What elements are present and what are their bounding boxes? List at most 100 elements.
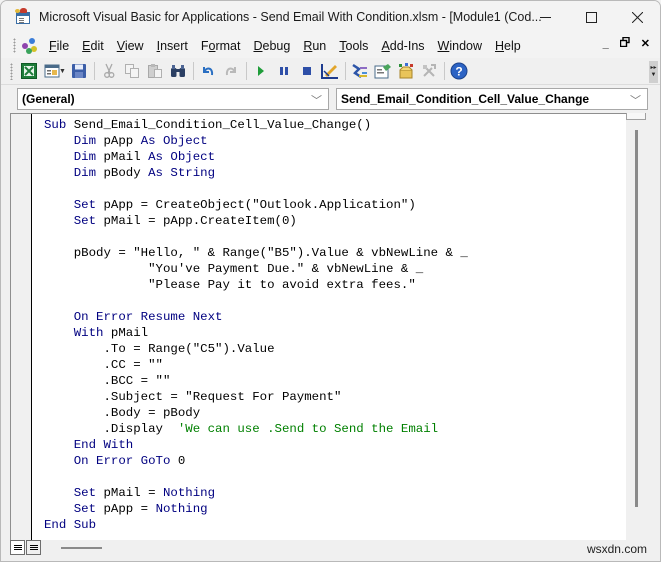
- save-button[interactable]: [68, 60, 91, 82]
- window-title: Microsoft Visual Basic for Applications …: [39, 10, 542, 24]
- mdi-restore-button[interactable]: [619, 36, 630, 50]
- paste-button[interactable]: [144, 60, 167, 82]
- design-mode-button[interactable]: [319, 60, 342, 82]
- code-line[interactable]: Set pMail = pApp.CreateItem(0): [44, 213, 468, 229]
- mdi-close-button[interactable]: ✕: [641, 37, 650, 50]
- code-line[interactable]: On Error GoTo 0: [44, 453, 468, 469]
- undo-button[interactable]: [197, 60, 220, 82]
- insert-userform-icon: [44, 64, 59, 78]
- code-line[interactable]: .Subject = "Request For Payment": [44, 389, 468, 405]
- full-module-view-button[interactable]: [26, 540, 41, 555]
- minimize-button[interactable]: [522, 1, 568, 33]
- code-text[interactable]: Sub Send_Email_Condition_Cell_Value_Chan…: [44, 117, 468, 533]
- vertical-scrollbar[interactable]: [626, 113, 648, 540]
- horizontal-scrollbar[interactable]: [61, 547, 102, 549]
- cut-button[interactable]: [98, 60, 121, 82]
- run-button[interactable]: [250, 60, 273, 82]
- standard-toolbar: ▼ ? ▸▸ ▼: [1, 58, 660, 85]
- code-line[interactable]: End Sub: [44, 517, 468, 533]
- code-line[interactable]: Sub Send_Email_Condition_Cell_Value_Chan…: [44, 117, 468, 133]
- code-line[interactable]: Set pMail = Nothing: [44, 485, 468, 501]
- properties-window-button[interactable]: [372, 60, 395, 82]
- code-line[interactable]: .To = Range("C5").Value: [44, 341, 468, 357]
- code-token: .Body = pBody: [44, 406, 201, 420]
- code-line[interactable]: Set pApp = Nothing: [44, 501, 468, 517]
- keyword-token: Set: [44, 198, 104, 212]
- code-line[interactable]: .Display 'We can use .Send to Send the E…: [44, 421, 468, 437]
- code-line[interactable]: With pMail: [44, 325, 468, 341]
- copy-icon: [125, 64, 140, 78]
- object-combo[interactable]: (General) ﹀: [17, 88, 329, 110]
- menubar-grip[interactable]: [13, 38, 16, 53]
- toolbox-button[interactable]: [418, 60, 441, 82]
- code-line[interactable]: End With: [44, 437, 468, 453]
- code-token: pBody: [103, 166, 149, 180]
- split-bar[interactable]: [626, 113, 646, 120]
- help-button[interactable]: ?: [448, 60, 471, 82]
- scroll-thumb[interactable]: [635, 130, 638, 507]
- menu-edit[interactable]: Edit: [82, 39, 104, 53]
- code-line[interactable]: .Body = pBody: [44, 405, 468, 421]
- code-line[interactable]: "Please Pay it to avoid extra fees.": [44, 277, 468, 293]
- menu-window[interactable]: Window: [438, 39, 482, 53]
- binoculars-icon: [171, 65, 186, 77]
- code-line[interactable]: .BCC = "": [44, 373, 468, 389]
- menu-help[interactable]: Help: [495, 39, 521, 53]
- copy-button[interactable]: [121, 60, 144, 82]
- toolbar-separator: [93, 62, 95, 80]
- object-combo-value: (General): [22, 92, 75, 106]
- object-browser-button[interactable]: [395, 60, 418, 82]
- procedure-combo[interactable]: Send_Email_Condition_Cell_Value_Change ﹀: [336, 88, 648, 110]
- menu-debug[interactable]: Debug: [253, 39, 290, 53]
- menu-format[interactable]: Format: [201, 39, 241, 53]
- find-button[interactable]: [167, 60, 190, 82]
- toolbar-overflow-button[interactable]: ▸▸ ▼: [649, 61, 658, 83]
- code-token: "Please Pay it to avoid extra fees.": [44, 278, 416, 292]
- code-token: pApp = CreateObject("Outlook.Application…: [103, 198, 416, 212]
- menu-view[interactable]: View: [117, 39, 144, 53]
- mdi-minimize-button[interactable]: _: [603, 38, 609, 50]
- play-icon: [258, 66, 265, 76]
- margin-indicator-bar[interactable]: [11, 114, 32, 540]
- code-line[interactable]: .CC = "": [44, 357, 468, 373]
- menu-run[interactable]: Run: [303, 39, 326, 53]
- keyword-token: On Error GoTo: [44, 454, 178, 468]
- close-button[interactable]: [614, 1, 660, 33]
- keyword-token: Set: [44, 214, 104, 228]
- keyword-token: Dim: [44, 166, 104, 180]
- project-explorer-button[interactable]: [349, 60, 372, 82]
- insert-module-button[interactable]: [40, 60, 63, 82]
- menu-tools[interactable]: Tools: [339, 39, 368, 53]
- code-line[interactable]: pBody = "Hello, " & Range("B5").Value & …: [44, 245, 468, 261]
- code-line[interactable]: Dim pMail As Object: [44, 149, 468, 165]
- code-line[interactable]: Dim pBody As String: [44, 165, 468, 181]
- menu-file[interactable]: File: [49, 39, 69, 53]
- reset-button[interactable]: [296, 60, 319, 82]
- maximize-button[interactable]: [568, 1, 614, 33]
- code-window-footer: [10, 540, 648, 556]
- view-excel-button[interactable]: [17, 60, 40, 82]
- code-line[interactable]: [44, 181, 468, 197]
- scissors-icon: [104, 63, 115, 78]
- break-button[interactable]: [273, 60, 296, 82]
- procedure-view-button[interactable]: [10, 540, 25, 555]
- comment-token: 'We can use .Send to Send the Email: [177, 422, 439, 436]
- watermark: wsxdn.com: [586, 542, 647, 556]
- code-editor[interactable]: Sub Send_Email_Condition_Cell_Value_Chan…: [10, 113, 626, 540]
- menu-add-ins[interactable]: Add-Ins: [381, 39, 424, 53]
- code-line[interactable]: [44, 229, 468, 245]
- code-line[interactable]: Set pApp = CreateObject("Outlook.Applica…: [44, 197, 468, 213]
- code-token: .CC = "": [44, 358, 163, 372]
- chevron-down-icon: ﹀: [630, 95, 641, 107]
- code-line[interactable]: [44, 469, 468, 485]
- toolbar-grip[interactable]: [10, 62, 13, 80]
- code-line[interactable]: Dim pApp As Object: [44, 133, 468, 149]
- vba-system-menu-icon[interactable]: [21, 37, 39, 55]
- code-line[interactable]: "You've Payment Due." & vbNewLine & _: [44, 261, 468, 277]
- redo-button[interactable]: [220, 60, 243, 82]
- keyword-token: Dim: [44, 150, 104, 164]
- menu-insert[interactable]: Insert: [157, 39, 188, 53]
- keyword-token: On Error Resume Next: [44, 310, 223, 324]
- code-line[interactable]: [44, 293, 468, 309]
- code-line[interactable]: On Error Resume Next: [44, 309, 468, 325]
